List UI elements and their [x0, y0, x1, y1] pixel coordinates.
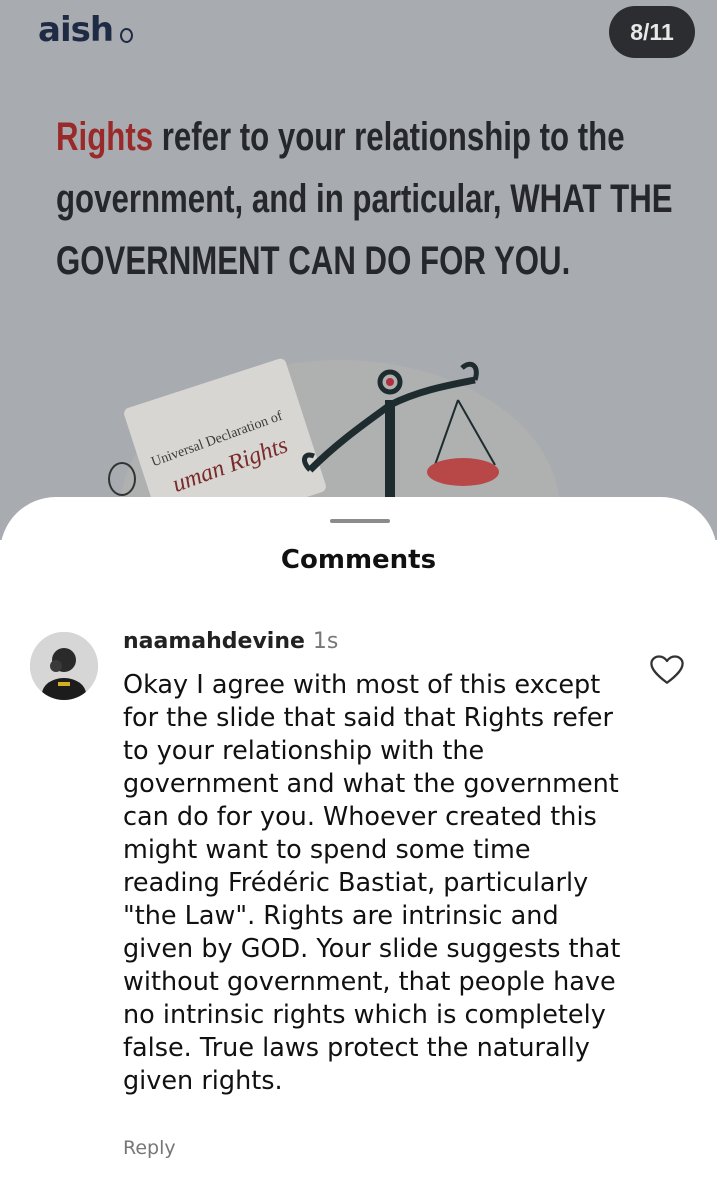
- comment-text: Okay I agree with most of this except fo…: [123, 670, 621, 1096]
- headline-line-2: government, and in particular, WHAT THE: [56, 177, 673, 221]
- avatar-image: [30, 632, 98, 700]
- scales-of-justice-icon: [302, 361, 499, 510]
- comment-timestamp: 1s: [312, 629, 339, 654]
- comment-username[interactable]: naamahdevine: [123, 629, 305, 654]
- headline-line-1: refer to your relationship to the: [153, 115, 625, 159]
- scroll-curl-icon: [108, 462, 136, 496]
- post-slide[interactable]: aish 8/11 Rights refer to your relations…: [0, 0, 717, 540]
- brand-logo-mark: [120, 28, 133, 43]
- comment-header: naamahdevine 1s: [123, 629, 338, 654]
- drag-handle[interactable]: [330, 519, 390, 523]
- comments-sheet[interactable]: Comments naamahdevine 1s Okay I agree wit…: [0, 497, 717, 1197]
- avatar[interactable]: [30, 632, 98, 700]
- heart-icon[interactable]: [650, 654, 684, 686]
- comments-title: Comments: [280, 545, 437, 575]
- reply-button[interactable]: Reply: [123, 1137, 176, 1159]
- headline-line-3: GOVERNMENT CAN DO FOR YOU.: [56, 239, 571, 283]
- brand-logo: aish: [38, 10, 114, 50]
- headline-highlight: Rights: [56, 115, 154, 159]
- slide-headline: Rights refer to your relationship to the…: [56, 106, 673, 292]
- slide-counter: 8/11: [609, 6, 695, 58]
